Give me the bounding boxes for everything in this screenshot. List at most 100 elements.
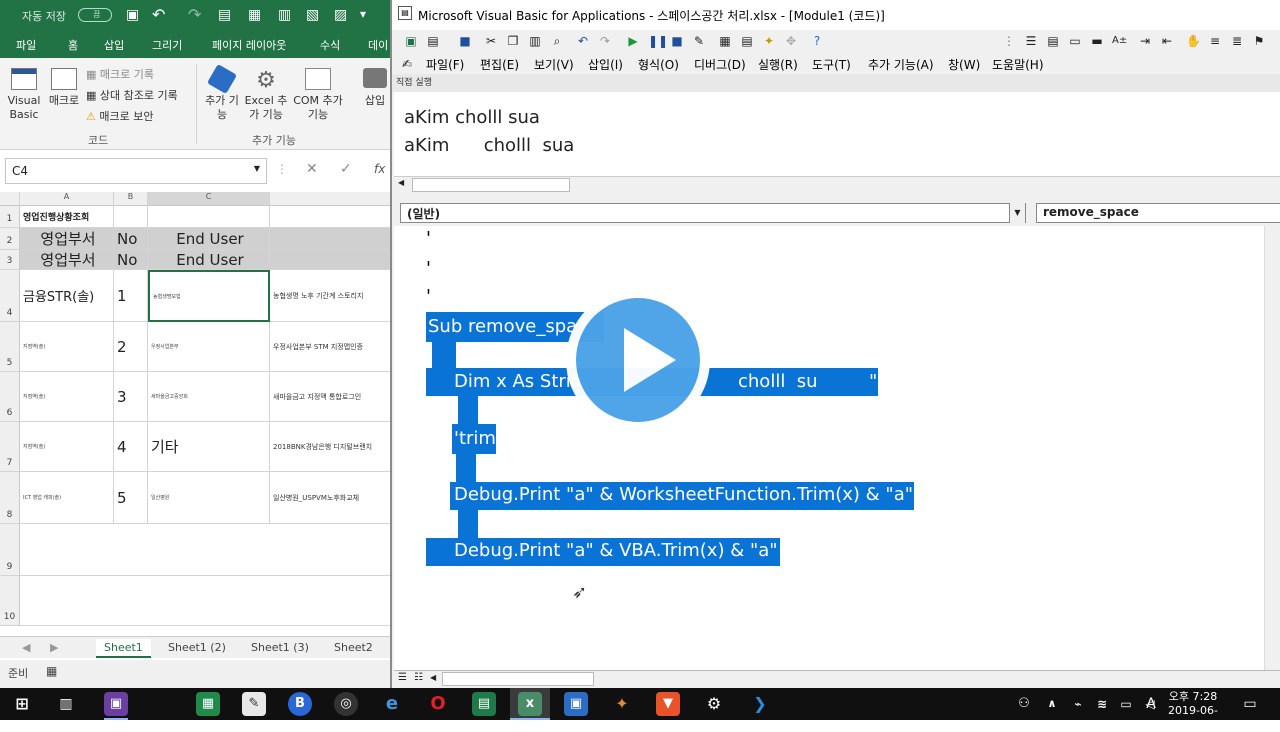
qat-sheet-icon[interactable]: ▥: [278, 7, 291, 23]
properties-icon[interactable]: ▤: [740, 34, 754, 48]
cell-a2[interactable]: 영업부서: [20, 228, 114, 250]
row-header[interactable]: 4: [0, 270, 20, 322]
indent-icon[interactable]: ⇥: [1138, 34, 1152, 48]
chevron-up-icon[interactable]: ∧: [1040, 692, 1064, 716]
cell-d3[interactable]: [270, 250, 392, 270]
brave-icon[interactable]: ▼: [656, 692, 680, 716]
cell-a8[interactable]: ICT 영업 캐피(솔): [20, 472, 114, 524]
menu-edit[interactable]: 편집(E): [480, 56, 519, 73]
column-header-d[interactable]: [270, 192, 392, 206]
menu-format[interactable]: 형식(O): [638, 56, 679, 73]
run-icon[interactable]: ▶: [626, 34, 640, 48]
cancel-icon[interactable]: ✕: [306, 161, 318, 177]
row-header[interactable]: 8: [0, 472, 20, 524]
cell-d7[interactable]: 2018BNK경남은행 디지털브랜치: [270, 422, 392, 472]
taskbar-app-icon[interactable]: ▣: [104, 692, 128, 716]
tab-page-layout[interactable]: 페이지 레이아웃: [212, 37, 286, 53]
taskbar-app-icon[interactable]: B: [288, 692, 312, 716]
procedure-view-icon[interactable]: ☰: [398, 672, 407, 683]
toolbox-icon[interactable]: ✥: [784, 34, 798, 48]
menu-insert[interactable]: 삽입(I): [588, 56, 623, 73]
redo-icon[interactable]: ↷: [188, 5, 201, 24]
network-icon[interactable]: ⌁: [1066, 692, 1090, 716]
taskbar-app-icon[interactable]: ✦: [610, 692, 634, 716]
addins-button[interactable]: 추가 기능: [204, 63, 240, 122]
cell-a4[interactable]: 금융STR(솔): [20, 270, 114, 322]
relative-ref-button[interactable]: ▦ 상대 참조로 기록: [86, 87, 178, 103]
procedure-dropdown[interactable]: remove_space: [1036, 203, 1280, 223]
cell-c4-active[interactable]: 농협생명보험: [148, 270, 270, 322]
windows-start-icon[interactable]: ⊞: [10, 692, 34, 716]
immediate-hscrollbar[interactable]: ◀: [394, 176, 1280, 192]
view-excel-icon[interactable]: ▣: [404, 34, 418, 48]
tab-home[interactable]: 홈: [68, 37, 78, 53]
object-browser-icon[interactable]: ✦: [762, 34, 776, 48]
insert-control-button[interactable]: 삽입: [358, 68, 392, 108]
qat-form-icon[interactable]: ▤: [218, 7, 231, 23]
scroll-left-icon[interactable]: ◀: [430, 673, 436, 682]
cell-a3[interactable]: 영업부서: [20, 250, 114, 270]
next-sheet-icon[interactable]: ▶: [50, 641, 58, 654]
cell-b4[interactable]: 1: [114, 270, 148, 322]
cell-c6[interactable]: 새마을금고중앙회: [148, 372, 270, 422]
row-header[interactable]: 5: [0, 322, 20, 372]
menu-window[interactable]: 창(W): [948, 56, 980, 73]
toolbar-grip-icon[interactable]: ⋮: [1002, 34, 1016, 48]
cell-a6[interactable]: 지점역(솔): [20, 372, 114, 422]
excel-addins-button[interactable]: ⚙ Excel 추가 기능: [240, 68, 292, 122]
confirm-icon[interactable]: ✓: [340, 161, 352, 177]
tab-formulas[interactable]: 수식: [320, 37, 340, 53]
cell-a1[interactable]: 영업진행상황조회: [20, 206, 114, 228]
list-properties-icon[interactable]: ☰: [1024, 34, 1038, 48]
vba-menu-app-icon[interactable]: ✍: [402, 57, 412, 71]
scrollbar-thumb[interactable]: [442, 672, 594, 686]
cell-a5[interactable]: 지점역(솔): [20, 322, 114, 372]
cell-d8[interactable]: 일산병원_USPVM노후화교체: [270, 472, 392, 524]
function-icon[interactable]: fx: [374, 162, 385, 176]
menu-debug[interactable]: 디버그(D): [694, 56, 746, 73]
cell-b6[interactable]: 3: [114, 372, 148, 422]
cell-c8[interactable]: 일산병원: [148, 472, 270, 524]
taskbar-notepad-icon[interactable]: ✎: [242, 692, 266, 716]
redo-icon[interactable]: ↷: [598, 34, 612, 48]
cell-d6[interactable]: 새마을금고 지정맥 통합로그인: [270, 372, 392, 422]
cell-d4[interactable]: 농협생명 노후 기간계 스토리지: [270, 270, 392, 322]
vscode-icon[interactable]: ❯: [748, 692, 772, 716]
bookmark-icon[interactable]: ⚑: [1252, 34, 1266, 48]
cell-d2[interactable]: [270, 228, 392, 250]
cell-c5[interactable]: 우정사업본부: [148, 322, 270, 372]
cell-b2[interactable]: No: [114, 228, 148, 250]
row-10-cells[interactable]: [20, 576, 392, 626]
tab-data[interactable]: 데이: [368, 37, 388, 53]
taskbar-app-icon[interactable]: ▣: [564, 692, 588, 716]
outdent-icon[interactable]: ⇤: [1160, 34, 1174, 48]
people-icon[interactable]: ⚇: [1012, 692, 1036, 716]
cell-b7[interactable]: 4: [114, 422, 148, 472]
code-vscrollbar[interactable]: [1264, 226, 1280, 670]
menu-addins[interactable]: 추가 기능(A): [868, 56, 934, 73]
row-header[interactable]: 7: [0, 422, 20, 472]
project-explorer-icon[interactable]: ▦: [718, 34, 732, 48]
qat-table-icon[interactable]: ▦: [248, 7, 261, 23]
row-header[interactable]: 10: [0, 576, 20, 626]
row-header[interactable]: 1: [0, 206, 20, 228]
uncomment-block-icon[interactable]: ≣: [1230, 34, 1244, 48]
cell-b8[interactable]: 5: [114, 472, 148, 524]
object-dropdown[interactable]: (일반) ▼: [400, 203, 1026, 223]
list-constants-icon[interactable]: ▤: [1046, 34, 1060, 48]
macro-record-icon[interactable]: ▦: [46, 664, 57, 678]
cell-a7[interactable]: 지점역(솔): [20, 422, 114, 472]
design-mode-icon[interactable]: ✎: [692, 34, 706, 48]
scrollbar-thumb[interactable]: [412, 178, 570, 192]
system-clock[interactable]: 오후 7:28 2019-06-24: [1162, 688, 1224, 732]
undo-icon[interactable]: ↶: [152, 5, 165, 24]
taskbar-app-icon[interactable]: ◎: [334, 692, 358, 716]
tab-file[interactable]: 파일: [16, 37, 36, 53]
break-icon[interactable]: ❚❚: [648, 34, 668, 48]
edge-icon[interactable]: e: [380, 692, 404, 716]
column-header-b[interactable]: B: [114, 192, 148, 206]
qat-chart-icon[interactable]: ▧: [306, 7, 319, 23]
cell-c7[interactable]: 기타: [148, 422, 270, 472]
complete-word-icon[interactable]: A±: [1112, 34, 1127, 48]
reset-icon[interactable]: ■: [670, 34, 684, 48]
